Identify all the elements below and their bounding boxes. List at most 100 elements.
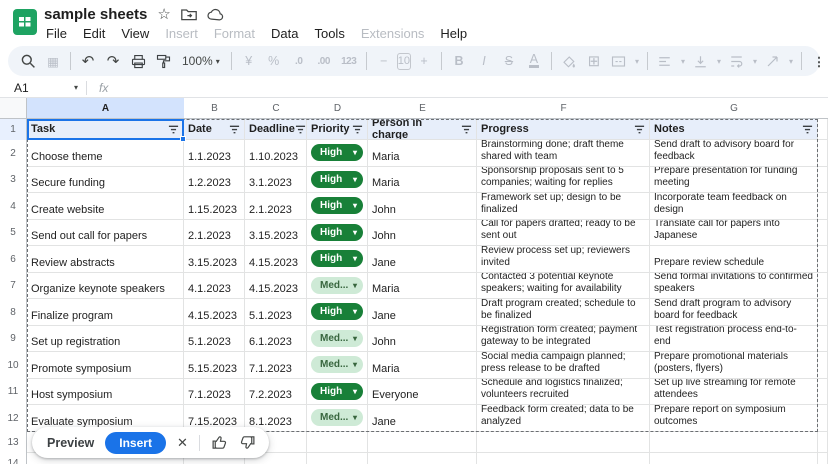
cell-deadline[interactable]: 7.2.2023 xyxy=(245,379,307,406)
cell-task[interactable]: Set up registration xyxy=(27,326,184,353)
vertical-align-icon[interactable] xyxy=(689,49,713,73)
chevron-down-icon[interactable]: ▾ xyxy=(786,49,796,73)
cell-priority[interactable]: High▾ xyxy=(307,167,368,194)
cell-empty[interactable] xyxy=(368,453,477,464)
row-header-1[interactable]: 1 xyxy=(0,119,27,140)
row-header-7[interactable]: 7 xyxy=(0,273,27,300)
cell-deadline[interactable]: 7.1.2023 xyxy=(245,352,307,379)
column-header-c[interactable]: C xyxy=(245,98,307,119)
fill-color-icon[interactable] xyxy=(557,49,581,73)
cell-priority[interactable]: Med...▾ xyxy=(307,273,368,300)
cell-progress[interactable]: Contacted 3 potential keynote speakers; … xyxy=(477,273,650,300)
star-icon[interactable]: ☆ xyxy=(157,7,170,22)
cell-priority[interactable]: High▾ xyxy=(307,193,368,220)
filter-icon[interactable] xyxy=(295,124,306,135)
cell-task[interactable]: Finalize program xyxy=(27,299,184,326)
sheet-views-icon[interactable]: ▦ xyxy=(41,49,65,73)
header-cell-priority[interactable]: Priority xyxy=(307,119,368,140)
priority-dropdown[interactable]: High▾ xyxy=(311,383,363,400)
cell-date[interactable]: 4.15.2023 xyxy=(184,299,245,326)
priority-dropdown[interactable]: High▾ xyxy=(311,224,363,241)
priority-dropdown[interactable]: Med...▾ xyxy=(311,277,363,294)
currency-format-icon[interactable]: ¥ xyxy=(237,49,261,73)
cell-empty[interactable] xyxy=(818,352,828,379)
cell-person[interactable]: Jane xyxy=(368,299,477,326)
column-header-h[interactable] xyxy=(818,98,828,119)
cell-progress[interactable]: Social media campaign planned; press rel… xyxy=(477,352,650,379)
cell-priority[interactable]: High▾ xyxy=(307,140,368,167)
zoom-control[interactable]: 100% ▾ xyxy=(176,54,226,68)
header-cell-date[interactable]: Date xyxy=(184,119,245,140)
cell-task[interactable]: Create website xyxy=(27,193,184,220)
cell-empty[interactable] xyxy=(818,220,828,247)
cell-task[interactable]: Organize keynote speakers xyxy=(27,273,184,300)
header-cell-person-in-charge[interactable]: Person in charge xyxy=(368,119,477,140)
menu-file[interactable]: File xyxy=(38,24,75,43)
thumbs-up-icon[interactable] xyxy=(211,434,228,451)
cell-progress[interactable]: Registration form created; payment gatew… xyxy=(477,326,650,353)
select-all-corner[interactable] xyxy=(0,98,27,119)
cell-notes[interactable]: Prepare review schedule xyxy=(650,246,818,273)
cell-empty[interactable] xyxy=(368,432,477,453)
cell-priority[interactable]: High▾ xyxy=(307,299,368,326)
column-header-e[interactable]: E xyxy=(368,98,477,119)
cell-task[interactable]: Review abstracts xyxy=(27,246,184,273)
menu-format[interactable]: Format xyxy=(206,24,263,43)
sheets-logo-icon[interactable] xyxy=(12,9,38,35)
filter-icon[interactable] xyxy=(461,124,472,135)
cell-person[interactable]: Maria xyxy=(368,167,477,194)
chevron-down-icon[interactable]: ▾ xyxy=(714,49,724,73)
cell-task[interactable]: Choose theme xyxy=(27,140,184,167)
decrease-font-size-icon[interactable]: − xyxy=(372,49,396,73)
cell-progress[interactable]: Sponsorship proposals sent to 5 companie… xyxy=(477,167,650,194)
cell-date[interactable]: 5.1.2023 xyxy=(184,326,245,353)
row-header-5[interactable]: 5 xyxy=(0,220,27,247)
row-header-3[interactable]: 3 xyxy=(0,167,27,194)
fill-handle[interactable] xyxy=(180,136,186,142)
filter-icon[interactable] xyxy=(352,124,363,135)
column-header-b[interactable]: B xyxy=(184,98,245,119)
cell-empty[interactable] xyxy=(477,453,650,464)
row-header-14[interactable]: 14 xyxy=(0,453,27,464)
document-title[interactable]: sample sheets xyxy=(44,6,147,23)
cell-progress[interactable]: Feedback form created; data to be analyz… xyxy=(477,405,650,432)
cell-notes[interactable]: Test registration process end-to-end xyxy=(650,326,818,353)
cell-empty[interactable] xyxy=(818,193,828,220)
priority-dropdown[interactable]: High▾ xyxy=(311,197,363,214)
menu-edit[interactable]: Edit xyxy=(75,24,113,43)
increase-font-size-icon[interactable]: + xyxy=(412,49,436,73)
cell-priority[interactable]: High▾ xyxy=(307,220,368,247)
priority-dropdown[interactable]: Med...▾ xyxy=(311,409,363,426)
close-icon[interactable]: ✕ xyxy=(177,435,188,451)
cell-priority[interactable]: Med...▾ xyxy=(307,352,368,379)
priority-dropdown[interactable]: Med...▾ xyxy=(311,356,363,373)
cell-notes[interactable]: Translate call for papers into Japanese xyxy=(650,220,818,247)
cell-notes[interactable]: Prepare presentation for funding meeting xyxy=(650,167,818,194)
cell-notes[interactable]: Set up live streaming for remote attende… xyxy=(650,379,818,406)
cell-notes[interactable]: Prepare report on symposium outcomes xyxy=(650,405,818,432)
header-cell-deadline[interactable]: Deadline xyxy=(245,119,307,140)
text-color-icon[interactable]: A xyxy=(522,49,546,73)
cell-person[interactable]: John xyxy=(368,193,477,220)
cell-empty[interactable] xyxy=(818,167,828,194)
cell-empty[interactable] xyxy=(818,379,828,406)
cell-deadline[interactable]: 1.10.2023 xyxy=(245,140,307,167)
cell-date[interactable]: 2.1.2023 xyxy=(184,220,245,247)
cell-person[interactable]: Maria xyxy=(368,352,477,379)
cell-empty[interactable] xyxy=(307,432,368,453)
cell-date[interactable]: 4.1.2023 xyxy=(184,273,245,300)
row-header-4[interactable]: 4 xyxy=(0,193,27,220)
column-header-f[interactable]: F xyxy=(477,98,650,119)
cell-deadline[interactable]: 3.15.2023 xyxy=(245,220,307,247)
percent-format-icon[interactable]: % xyxy=(262,49,286,73)
menu-data[interactable]: Data xyxy=(263,24,306,43)
insert-button[interactable]: Insert xyxy=(105,432,166,454)
thumbs-down-icon[interactable] xyxy=(239,434,256,451)
chevron-down-icon[interactable]: ▾ xyxy=(678,49,688,73)
cell-priority[interactable]: Med...▾ xyxy=(307,405,368,432)
cell-person[interactable]: John xyxy=(368,220,477,247)
filter-icon[interactable] xyxy=(168,124,179,135)
column-header-d[interactable]: D xyxy=(307,98,368,119)
merge-cells-icon[interactable] xyxy=(607,49,631,73)
cell-empty[interactable] xyxy=(818,246,828,273)
